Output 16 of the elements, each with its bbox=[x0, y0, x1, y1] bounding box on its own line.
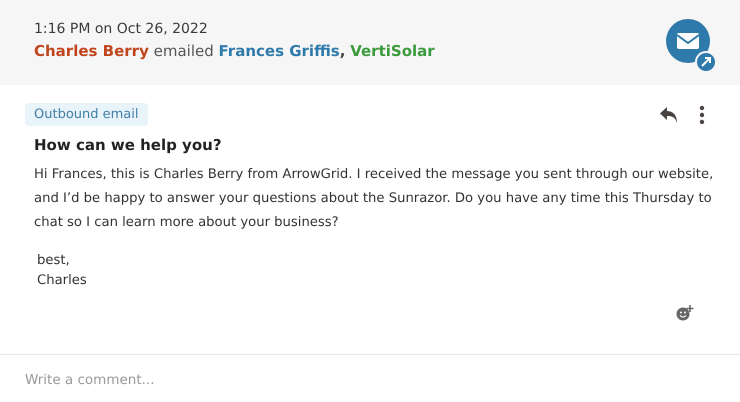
separator: , bbox=[340, 42, 346, 60]
add-reaction-icon[interactable] bbox=[676, 305, 694, 321]
timestamp: 1:16 PM on Oct 26, 2022 bbox=[34, 21, 209, 37]
email-icon bbox=[665, 18, 715, 72]
reply-icon[interactable] bbox=[659, 106, 679, 124]
email-type-tag: Outbound email bbox=[25, 103, 148, 126]
recipient-name[interactable]: Frances Griffis bbox=[218, 42, 340, 60]
email-body-text: Hi Frances, this is Charles Berry from ArrowGrid. I received the message you sent through our website, and I’d be happy to answer your questions about the Sunrazor. Do you have any time this Thursday to chat so I can learn more about your business? bbox=[34, 166, 714, 232]
signature-line: best, bbox=[37, 252, 71, 270]
sender-name[interactable]: Charles Berry bbox=[34, 42, 149, 60]
email-subject: How can we help you? bbox=[34, 136, 223, 154]
comment-field[interactable]: Write a comment... bbox=[25, 372, 715, 388]
action-text: emailed bbox=[152, 42, 215, 60]
signature-line: Charles bbox=[37, 272, 88, 290]
more-options-icon[interactable] bbox=[699, 104, 705, 124]
recipient-name[interactable]: VertiSolar bbox=[350, 42, 435, 60]
